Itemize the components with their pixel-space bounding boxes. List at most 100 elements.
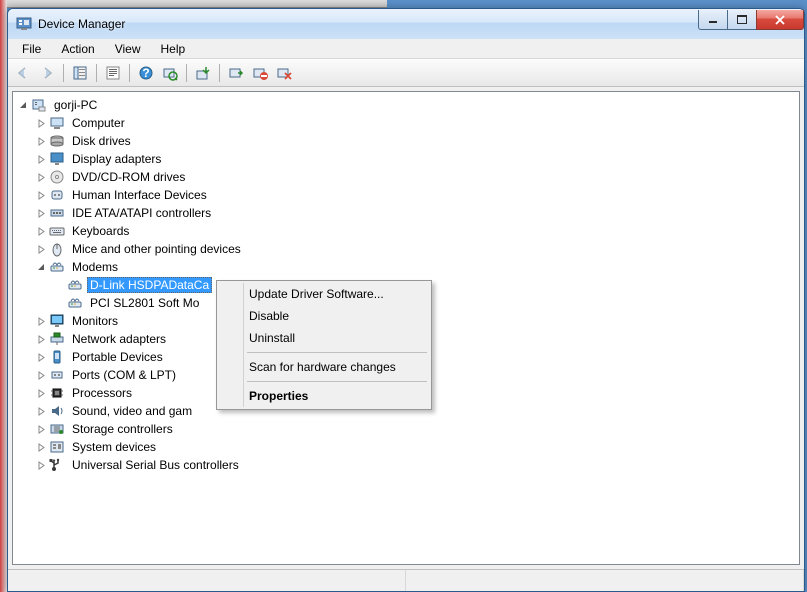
toolbar: ? — [8, 59, 804, 87]
expand-icon[interactable] — [35, 171, 47, 183]
update-driver-button[interactable] — [192, 62, 214, 84]
expand-icon[interactable] — [35, 333, 47, 345]
tree-node-label: Ports (COM & LPT) — [69, 367, 179, 383]
tree-node-label: Monitors — [69, 313, 121, 329]
device-icon — [49, 205, 65, 221]
expand-icon[interactable] — [35, 315, 47, 327]
tree-node[interactable]: Mice and other pointing devices — [31, 240, 799, 258]
enable-button[interactable] — [225, 62, 247, 84]
expand-icon[interactable] — [35, 207, 47, 219]
toolbar-separator — [186, 64, 187, 82]
scan-hardware-button[interactable] — [159, 62, 181, 84]
properties-button[interactable] — [102, 62, 124, 84]
computer-icon — [31, 97, 47, 113]
device-icon — [49, 223, 65, 239]
context-menu-item[interactable]: Update Driver Software... — [219, 283, 429, 305]
device-icon — [49, 187, 65, 203]
tree-node[interactable]: Modems — [31, 258, 799, 276]
expand-icon[interactable] — [35, 459, 47, 471]
tree-node[interactable]: IDE ATA/ATAPI controllers — [31, 204, 799, 222]
help-button[interactable]: ? — [135, 62, 157, 84]
device-icon — [49, 457, 65, 473]
device-icon — [67, 277, 83, 293]
expand-icon[interactable] — [35, 225, 47, 237]
context-menu-item[interactable]: Uninstall — [219, 327, 429, 349]
device-icon — [49, 385, 65, 401]
forward-button[interactable] — [36, 62, 58, 84]
status-cell — [8, 570, 406, 591]
menu-file[interactable]: File — [12, 39, 51, 58]
device-icon — [49, 367, 65, 383]
tree-node[interactable]: Human Interface Devices — [31, 186, 799, 204]
expand-icon[interactable] — [35, 405, 47, 417]
device-icon — [67, 295, 83, 311]
tree-node-label: DVD/CD-ROM drives — [69, 169, 188, 185]
device-icon — [49, 403, 65, 419]
toolbar-separator — [63, 64, 64, 82]
expand-icon[interactable] — [35, 243, 47, 255]
expand-icon[interactable] — [35, 153, 47, 165]
menu-action[interactable]: Action — [51, 39, 104, 58]
expand-icon[interactable] — [35, 189, 47, 201]
back-button[interactable] — [12, 62, 34, 84]
tree-node-label: Disk drives — [69, 133, 134, 149]
tree-node-label: Sound, video and gam — [69, 403, 195, 419]
window-title: Device Manager — [38, 17, 699, 31]
tree-node-label: gorji-PC — [51, 97, 100, 113]
device-icon — [49, 313, 65, 329]
uninstall-button[interactable] — [273, 62, 295, 84]
tree-node[interactable]: Display adapters — [31, 150, 799, 168]
background-top-strip — [7, 0, 387, 8]
expand-icon[interactable] — [35, 117, 47, 129]
toolbar-separator — [96, 64, 97, 82]
tree-node-label: Keyboards — [69, 223, 132, 239]
device-icon — [49, 169, 65, 185]
collapse-icon[interactable] — [35, 261, 47, 273]
minimize-button[interactable] — [698, 10, 728, 30]
disable-button[interactable] — [249, 62, 271, 84]
expand-icon[interactable] — [35, 135, 47, 147]
context-menu: Update Driver Software...DisableUninstal… — [216, 280, 432, 410]
tree-node[interactable]: Universal Serial Bus controllers — [31, 456, 799, 474]
tree-node[interactable]: Storage controllers — [31, 420, 799, 438]
background-left-strip — [0, 0, 7, 592]
titlebar[interactable]: Device Manager — [8, 9, 804, 39]
device-icon — [49, 133, 65, 149]
expand-icon[interactable] — [35, 441, 47, 453]
tree-node[interactable]: Disk drives — [31, 132, 799, 150]
tree-node[interactable]: Computer — [31, 114, 799, 132]
menubar: File Action View Help — [8, 39, 804, 59]
tree-node[interactable]: System devices — [31, 438, 799, 456]
tree-node-label: System devices — [69, 439, 159, 455]
show-hide-tree-button[interactable] — [69, 62, 91, 84]
tree-root-node[interactable]: gorji-PC — [13, 96, 799, 114]
context-menu-separator — [247, 381, 427, 382]
close-button[interactable] — [756, 10, 804, 30]
expand-icon[interactable] — [35, 351, 47, 363]
maximize-button[interactable] — [727, 10, 757, 30]
expand-icon[interactable] — [35, 423, 47, 435]
tree-node-label: Network adapters — [69, 331, 169, 347]
tree-node-label: Portable Devices — [69, 349, 166, 365]
collapse-icon[interactable] — [17, 99, 29, 111]
tree-node[interactable]: Keyboards — [31, 222, 799, 240]
device-icon — [49, 259, 65, 275]
context-menu-item[interactable]: Disable — [219, 305, 429, 327]
tree-node-label: Display adapters — [69, 151, 164, 167]
device-icon — [49, 421, 65, 437]
device-icon — [49, 115, 65, 131]
context-menu-item[interactable]: Properties — [219, 385, 429, 407]
context-menu-gutter — [243, 283, 244, 407]
tree-node-label: Computer — [69, 115, 128, 131]
expand-icon[interactable] — [35, 387, 47, 399]
menu-view[interactable]: View — [105, 39, 151, 58]
tree-node-label: Modems — [69, 259, 121, 275]
tree-node-label: PCI SL2801 Soft Mo — [87, 295, 202, 311]
menu-help[interactable]: Help — [151, 39, 196, 58]
context-menu-item[interactable]: Scan for hardware changes — [219, 356, 429, 378]
app-icon — [16, 16, 32, 32]
tree-node[interactable]: DVD/CD-ROM drives — [31, 168, 799, 186]
tree-node-label: Human Interface Devices — [69, 187, 210, 203]
expand-icon[interactable] — [35, 369, 47, 381]
device-icon — [49, 349, 65, 365]
